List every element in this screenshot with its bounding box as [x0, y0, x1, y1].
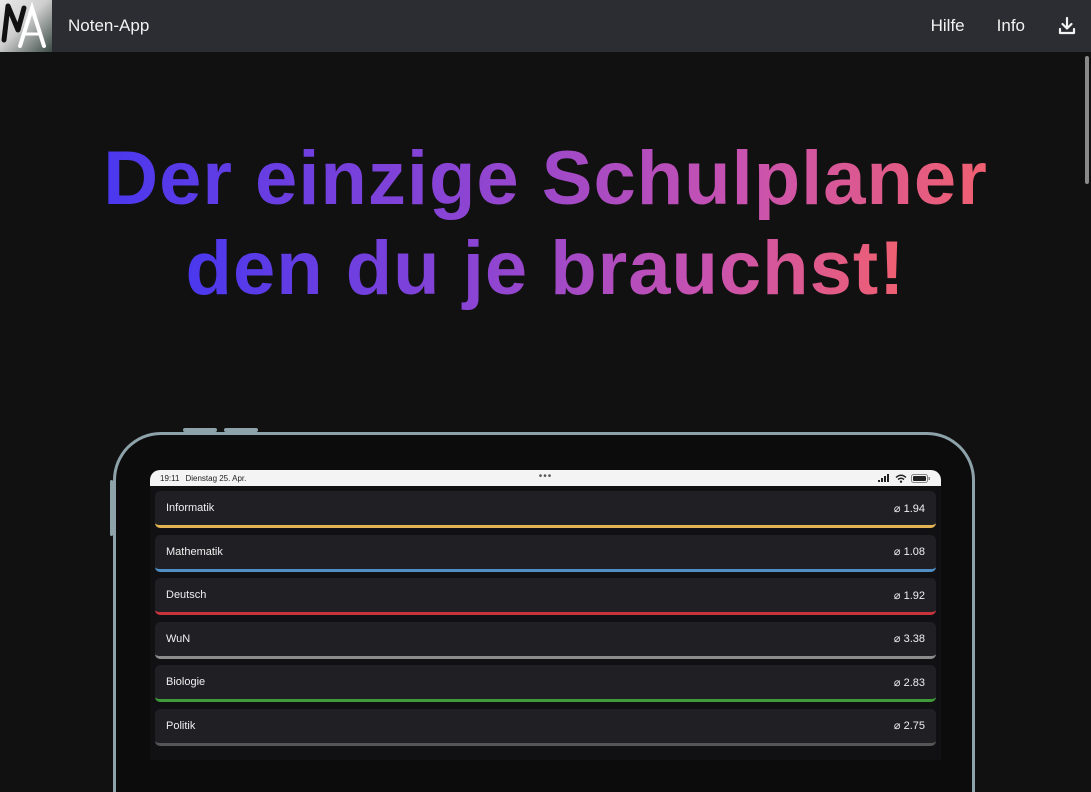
- device-status-bar: 19:11 Dienstag 25. Apr. •••: [150, 470, 941, 486]
- subject-average: ⌀ 2.75: [893, 720, 925, 733]
- nav-link-hilfe[interactable]: Hilfe: [931, 16, 965, 36]
- wifi-icon: [895, 474, 907, 483]
- tablet-screen: 19:11 Dienstag 25. Apr. ••• Informatik ⌀ …: [150, 470, 941, 760]
- subject-row[interactable]: WuN ⌀ 3.38: [155, 621, 936, 659]
- subject-average: ⌀ 1.08: [893, 546, 925, 559]
- subject-average: ⌀ 3.38: [893, 633, 925, 646]
- subject-row[interactable]: Mathematik ⌀ 1.08: [155, 534, 936, 572]
- battery-icon: [911, 473, 930, 483]
- subject-list: Informatik ⌀ 1.94 Mathematik ⌀ 1.08 Deutsch ⌀…: [150, 486, 941, 746]
- status-date: Dienstag 25. Apr.: [185, 473, 247, 483]
- subject-name: Politik: [166, 719, 196, 732]
- subject-average: ⌀ 1.94: [893, 502, 925, 515]
- hero-line-1: Der einzige Schulplaner: [103, 134, 988, 224]
- subject-average: ⌀ 2.83: [893, 676, 925, 689]
- subject-row[interactable]: Deutsch ⌀ 1.92: [155, 578, 936, 616]
- subject-name: Informatik: [166, 502, 215, 514]
- subject-name: Biologie: [166, 676, 206, 689]
- logo-mark-icon: [1, 1, 46, 48]
- cellular-signal-icon: [878, 474, 889, 482]
- subject-row[interactable]: Biologie ⌀ 2.83: [155, 665, 936, 703]
- hero-heading: Der einzige Schulplaner den du je brauch…: [0, 134, 1091, 314]
- subject-name: WuN: [166, 632, 191, 645]
- subject-row[interactable]: Politik ⌀ 2.75: [155, 708, 936, 746]
- subject-name: Deutsch: [166, 589, 207, 602]
- status-time: 19:11: [160, 473, 180, 483]
- top-navbar: Noten-App Hilfe Info: [0, 0, 1091, 52]
- subject-name: Mathematik: [166, 545, 223, 558]
- hero-line-2: den du je brauchst!: [186, 224, 906, 314]
- app-title[interactable]: Noten-App: [68, 16, 149, 36]
- nav-link-info[interactable]: Info: [997, 16, 1025, 36]
- multitask-dots[interactable]: •••: [539, 472, 553, 482]
- subject-average: ⌀ 1.92: [893, 589, 925, 602]
- app-logo[interactable]: [0, 0, 52, 52]
- subject-row[interactable]: Informatik ⌀ 1.94: [155, 491, 936, 528]
- download-icon[interactable]: [1057, 16, 1077, 36]
